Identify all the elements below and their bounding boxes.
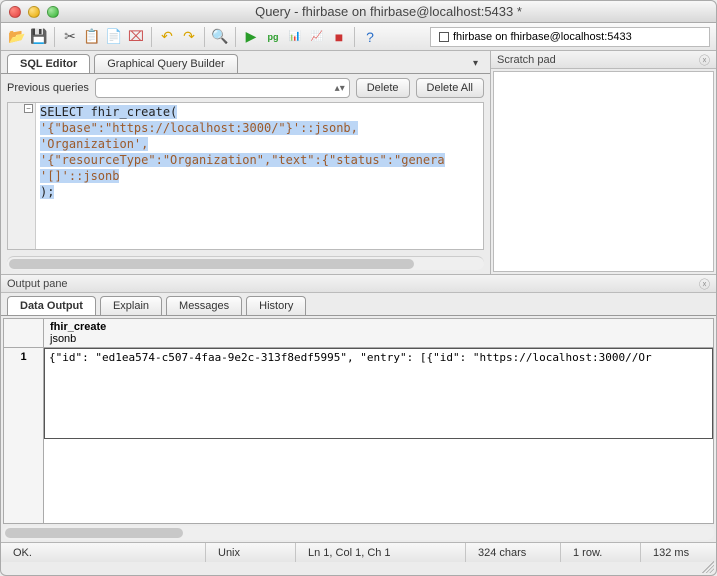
tab-data-output[interactable]: Data Output bbox=[7, 296, 96, 315]
output-pane-title: Output pane bbox=[7, 278, 68, 290]
connection-color-swatch bbox=[439, 32, 449, 42]
explain-analyze-icon[interactable]: 📈 bbox=[307, 27, 327, 47]
status-bar: OK. Unix Ln 1, Col 1, Ch 1 324 chars 1 r… bbox=[1, 542, 716, 562]
redo-icon[interactable]: ↷ bbox=[179, 27, 199, 47]
zoom-window-button[interactable] bbox=[47, 6, 59, 18]
minimize-window-button[interactable] bbox=[28, 6, 40, 18]
column-name: fhir_create bbox=[50, 321, 106, 333]
main-toolbar: 📂 💾 ✂ 📋 📄 ⌧ ↶ ↷ 🔍 ▶ pg 📊 📈 ■ ? fhirbase … bbox=[1, 23, 716, 51]
output-close-icon[interactable]: ⓧ bbox=[699, 276, 710, 292]
tab-explain[interactable]: Explain bbox=[100, 296, 162, 315]
undo-icon[interactable]: ↶ bbox=[157, 27, 177, 47]
cut-icon[interactable]: ✂ bbox=[60, 27, 80, 47]
copy-icon[interactable]: 📋 bbox=[82, 27, 102, 47]
sql-editor[interactable]: − SELECT fhir_create( '{"base":"https://… bbox=[7, 102, 484, 250]
scratch-close-icon[interactable]: ⓧ bbox=[699, 52, 710, 68]
open-icon[interactable]: 📂 bbox=[7, 27, 27, 47]
status-char-count: 324 chars bbox=[466, 543, 561, 562]
row-number[interactable]: 1 bbox=[4, 348, 44, 523]
connection-label: fhirbase on fhirbase@localhost:5433 bbox=[453, 31, 632, 43]
previous-delete-button[interactable]: Delete bbox=[356, 78, 410, 98]
output-horizontal-scrollbar[interactable] bbox=[3, 526, 714, 540]
paste-icon[interactable]: 📄 bbox=[104, 27, 124, 47]
scratch-pad-area[interactable] bbox=[493, 71, 714, 272]
explain-icon[interactable]: 📊 bbox=[285, 27, 305, 47]
status-cursor-position: Ln 1, Col 1, Ch 1 bbox=[296, 543, 466, 562]
tab-history[interactable]: History bbox=[246, 296, 306, 315]
title-bar: Query - fhirbase on fhirbase@localhost:5… bbox=[1, 1, 716, 23]
sql-code[interactable]: SELECT fhir_create( '{"base":"https://lo… bbox=[36, 103, 483, 201]
save-icon[interactable]: 💾 bbox=[29, 27, 49, 47]
execute-pgscript-icon[interactable]: pg bbox=[263, 27, 283, 47]
status-message: OK. bbox=[1, 543, 206, 562]
close-window-button[interactable] bbox=[9, 6, 21, 18]
tab-messages[interactable]: Messages bbox=[166, 296, 242, 315]
help-icon[interactable]: ? bbox=[360, 27, 380, 47]
tab-graphical-query-builder[interactable]: Graphical Query Builder bbox=[94, 54, 237, 73]
result-grid[interactable]: fhir_create jsonb 1 {"id": "ed1ea574-c50… bbox=[3, 318, 714, 524]
column-type: jsonb bbox=[50, 333, 76, 345]
row-header-corner bbox=[4, 319, 44, 347]
scratch-pad-title: Scratch pad bbox=[497, 54, 556, 66]
clear-icon[interactable]: ⌧ bbox=[126, 27, 146, 47]
connection-selector[interactable]: fhirbase on fhirbase@localhost:5433 bbox=[430, 27, 710, 47]
fold-toggle-icon[interactable]: − bbox=[24, 104, 33, 113]
result-cell[interactable]: {"id": "ed1ea574-c507-4faa-9e2c-313f8edf… bbox=[44, 348, 713, 439]
resize-handle-icon[interactable] bbox=[702, 561, 714, 573]
status-exec-time: 132 ms bbox=[641, 543, 716, 562]
cancel-icon[interactable]: ■ bbox=[329, 27, 349, 47]
editor-horizontal-scrollbar[interactable] bbox=[7, 256, 484, 270]
previous-queries-combo[interactable]: ▴▾ bbox=[95, 78, 350, 98]
previous-delete-all-button[interactable]: Delete All bbox=[416, 78, 484, 98]
execute-icon[interactable]: ▶ bbox=[241, 27, 261, 47]
column-header[interactable]: fhir_create jsonb bbox=[44, 319, 713, 347]
tab-sql-editor[interactable]: SQL Editor bbox=[7, 54, 90, 73]
status-row-count: 1 row. bbox=[561, 543, 641, 562]
previous-queries-label: Previous queries bbox=[7, 82, 89, 94]
tabs-overflow-icon[interactable]: ▾ bbox=[467, 58, 484, 69]
find-icon[interactable]: 🔍 bbox=[210, 27, 230, 47]
status-encoding: Unix bbox=[206, 543, 296, 562]
window-title: Query - fhirbase on fhirbase@localhost:5… bbox=[69, 4, 708, 19]
